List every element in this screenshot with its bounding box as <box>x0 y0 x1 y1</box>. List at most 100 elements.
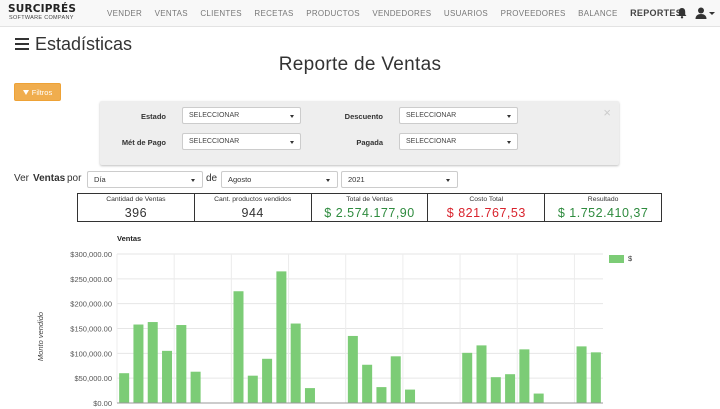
legend-label: $ <box>628 254 633 263</box>
nav-item-productos[interactable]: PRODUCTOS <box>306 9 360 18</box>
nav-item-ventas[interactable]: VENTAS <box>155 9 188 18</box>
chart-bar <box>505 374 516 403</box>
chart-bar <box>362 364 373 403</box>
chart-bar <box>405 389 416 403</box>
descuento-select-value: SELECCIONAR <box>406 112 457 119</box>
filters-button[interactable]: Filtros <box>14 83 61 101</box>
legend-swatch <box>609 254 624 263</box>
de-text: de <box>206 173 218 184</box>
logo-sub-text: SOFTWARE COMPANY <box>9 15 74 21</box>
chart-bar <box>390 356 401 403</box>
summary-value: 944 <box>241 206 264 220</box>
chart-bar <box>519 349 530 403</box>
nav-item-reportes[interactable]: REPORTES <box>630 8 682 18</box>
summary-label: Resultado <box>587 196 619 203</box>
pagada-select-value: SELECCIONAR <box>406 138 457 145</box>
nav-menu: VENDER VENTAS CLIENTES RECETAS PRODUCTOS VEND… <box>107 0 695 26</box>
summary-value: $ 821.767,53 <box>446 206 526 220</box>
nav-item-usuarios[interactable]: USUARIOS <box>444 9 488 18</box>
summary-label: Total de Ventas <box>346 196 393 203</box>
report-title: Reporte de Ventas <box>278 54 442 75</box>
chart-bar <box>162 350 173 403</box>
summary-label: Cantidad de Ventas <box>106 196 166 203</box>
chart-bar <box>276 271 287 403</box>
y-tick-label: $200,000.00 <box>70 300 112 309</box>
y-tick-label: $50,000.00 <box>74 374 112 383</box>
chart-bar <box>176 325 187 403</box>
y-tick-label: $250,000.00 <box>70 275 112 284</box>
descuento-label: Descuento <box>344 112 383 121</box>
y-tick-label: $100,000.00 <box>70 349 112 358</box>
chevron-down-icon <box>326 179 330 182</box>
year-select[interactable]: 2021 <box>341 171 458 188</box>
chart-bar <box>347 335 358 403</box>
ventas-text: Ventas <box>33 173 66 184</box>
descuento-select[interactable]: SELECCIONAR <box>399 107 518 124</box>
filter-panel: Estado SELECCIONAR Descuento SELECCIONAR… <box>100 101 619 165</box>
page-title: Estadísticas <box>35 33 133 54</box>
pagada-select[interactable]: SELECCIONAR <box>399 133 518 150</box>
month-select-value: Agosto <box>228 175 252 184</box>
chevron-down-icon <box>191 179 195 182</box>
filters-button-label: Filtros <box>31 87 53 97</box>
close-icon[interactable]: × <box>603 106 611 119</box>
funnel-icon <box>22 89 29 95</box>
pagada-label: Pagada <box>356 138 383 147</box>
brand-logo[interactable]: SURCIPRÉS SOFTWARE COMPANY <box>8 4 98 24</box>
summary-box: Resultado $ 1.752.410,37 <box>544 193 662 222</box>
summary-box: Cantidad de Ventas 396 <box>77 193 195 222</box>
period-select-value: Día <box>94 175 106 184</box>
nav-item-recetas[interactable]: RECETAS <box>254 9 293 18</box>
year-select-value: 2021 <box>348 175 365 184</box>
chart-bar <box>490 377 501 403</box>
nav-item-balance[interactable]: BALANCE <box>578 9 617 18</box>
nav-item-proveedores[interactable]: PROVEEDORES <box>501 9 566 18</box>
chart-bar <box>290 323 301 403</box>
estado-select-value: SELECCIONAR <box>189 112 240 119</box>
bell-icon[interactable] <box>676 7 688 19</box>
chart-bar <box>147 322 158 403</box>
user-icon[interactable] <box>694 6 708 20</box>
met-pago-select-value: SELECCIONAR <box>189 138 240 145</box>
chevron-down-icon <box>507 115 511 118</box>
nav-item-clientes[interactable]: CLIENTES <box>200 9 242 18</box>
summary-box: Cant. productos vendidos 944 <box>193 193 312 222</box>
por-text: por <box>67 173 82 184</box>
chevron-down-icon <box>290 141 294 144</box>
chart-bar <box>376 387 387 403</box>
page-heading: Estadísticas <box>15 33 132 55</box>
chart-bar <box>576 346 587 403</box>
chart-bar <box>304 388 315 403</box>
nav-item-vendedores[interactable]: VENDEDORES <box>372 9 431 18</box>
chart-legend[interactable]: $ <box>609 254 632 263</box>
y-tick-label: $150,000.00 <box>70 325 112 334</box>
met-pago-label: Mét de Pago <box>121 138 166 147</box>
estado-label: Estado <box>140 112 166 121</box>
month-select[interactable]: Agosto <box>221 171 338 188</box>
user-caret-icon[interactable] <box>709 12 715 15</box>
ver-text: Ver <box>14 173 30 184</box>
logo-main-text: SURCIPRÉS <box>8 3 77 15</box>
chart-bar <box>133 324 144 403</box>
estado-select[interactable]: SELECCIONAR <box>182 107 301 124</box>
chart-bar <box>247 375 258 403</box>
period-select[interactable]: Día <box>87 171 203 188</box>
summary-value: 396 <box>124 206 148 220</box>
summary-box: Total de Ventas $ 2.574.177,90 <box>310 193 429 222</box>
hamburger-icon[interactable] <box>15 38 29 50</box>
top-navbar: SURCIPRÉS SOFTWARE COMPANY VENDER VENTAS C… <box>0 0 720 27</box>
chevron-down-icon <box>446 179 450 182</box>
met-pago-select[interactable]: SELECCIONAR <box>182 133 301 150</box>
chart-bar <box>462 352 473 403</box>
y-axis-label: Monto vendido <box>36 312 45 361</box>
chart-bar <box>262 358 273 403</box>
summary-label: Costo Total <box>469 196 504 203</box>
nav-item-vender[interactable]: VENDER <box>107 9 142 18</box>
chart-bar <box>190 371 201 403</box>
chevron-down-icon <box>290 115 294 118</box>
chart-bar <box>233 291 244 403</box>
chart-bar <box>119 373 130 403</box>
chart-bar <box>590 352 601 403</box>
chevron-down-icon <box>507 141 511 144</box>
summary-label: Cant. productos vendidos <box>214 196 292 203</box>
